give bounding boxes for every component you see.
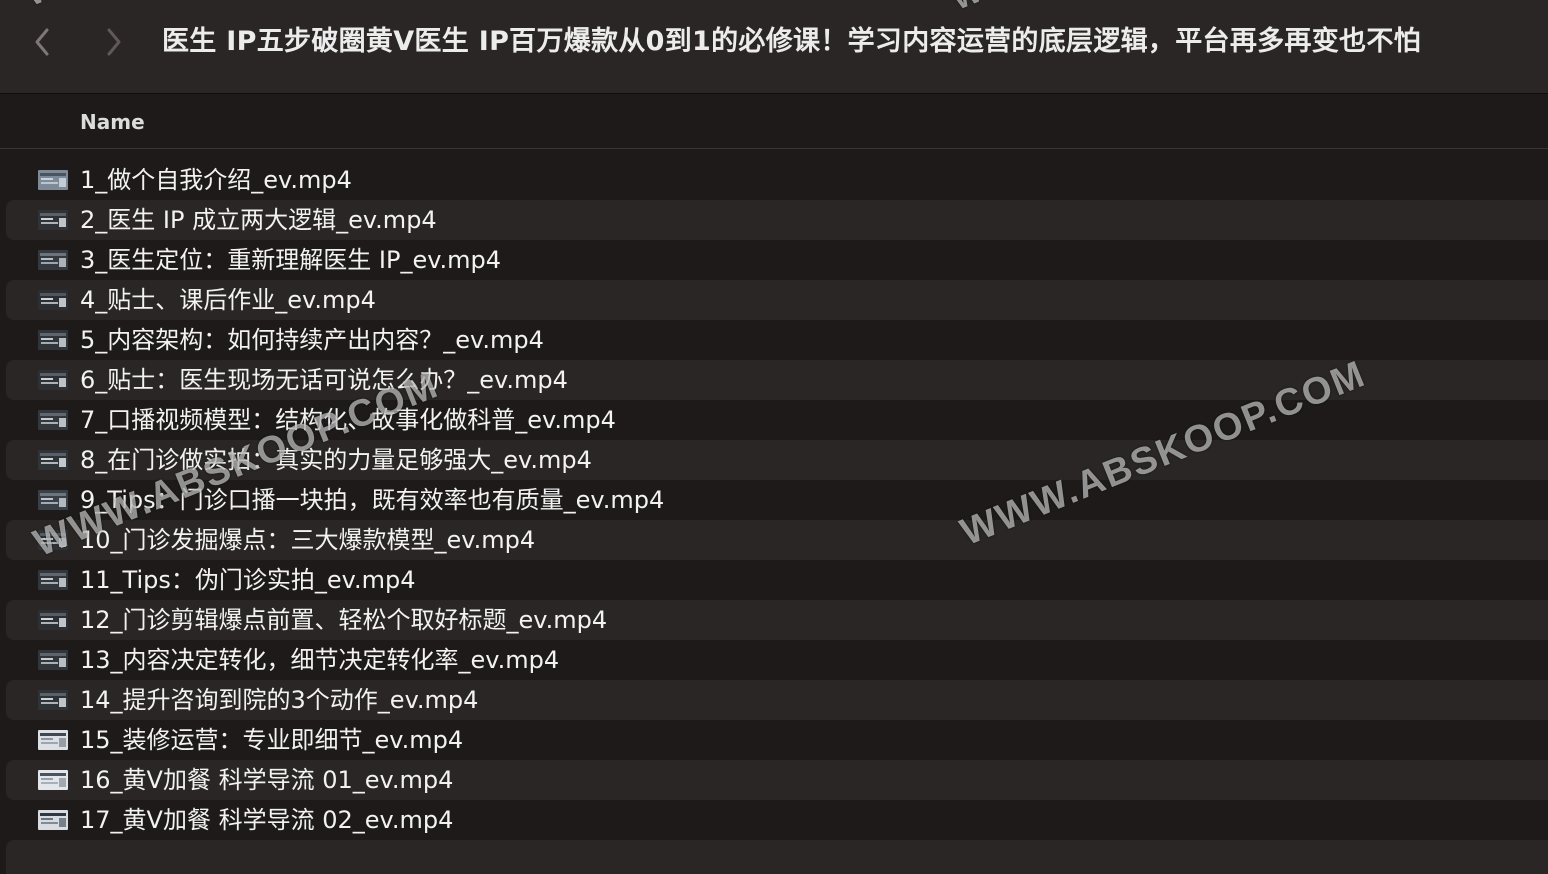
column-header: Name — [0, 95, 1548, 149]
video-thumbnail-icon — [38, 330, 68, 350]
file-name: 1_做个自我介绍_ev.mp4 — [80, 166, 352, 194]
file-list: 1_做个自我介绍_ev.mp4 2_医生 IP 成立两大逻辑_ev.mp4 3_医生… — [0, 160, 1548, 840]
file-name: 4_贴士、课后作业_ev.mp4 — [80, 286, 376, 314]
file-name: 11_Tips：伪门诊实拍_ev.mp4 — [80, 566, 416, 594]
file-name: 3_医生定位：重新理解医生 IP_ev.mp4 — [80, 246, 502, 274]
video-thumbnail-icon — [38, 770, 68, 790]
video-thumbnail-icon — [38, 810, 68, 830]
video-thumbnail-icon — [38, 530, 68, 550]
video-thumbnail-icon — [38, 170, 68, 190]
file-name: 15_装修运营：专业即细节_ev.mp4 — [80, 726, 464, 754]
empty-row — [6, 840, 1548, 874]
file-name: 16_黄Ⅴ加餐 科学导流 01_ev.mp4 — [80, 766, 454, 794]
file-row[interactable]: 13_内容决定转化，细节决定转化率_ev.mp4 — [6, 640, 1548, 680]
file-row[interactable]: 6_贴士：医生现场无话可说怎么办？_ev.mp4 — [6, 360, 1548, 400]
video-thumbnail-icon — [38, 210, 68, 230]
file-name: 14_提升咨询到院的3个动作_ev.mp4 — [80, 686, 479, 714]
toolbar: 医生 IP五步破圈黄Ⅴ医生 IP百万爆款从0到1的必修课！学习内容运营的底层逻辑… — [0, 0, 1548, 94]
video-thumbnail-icon — [38, 730, 68, 750]
video-thumbnail-icon — [38, 370, 68, 390]
file-row[interactable]: 12_门诊剪辑爆点前置、轻松个取好标题_ev.mp4 — [6, 600, 1548, 640]
file-row[interactable]: 2_医生 IP 成立两大逻辑_ev.mp4 — [6, 200, 1548, 240]
file-row[interactable]: 8_在门诊做实拍：真实的力量足够强大_ev.mp4 — [6, 440, 1548, 480]
chevron-right-icon — [107, 28, 121, 56]
file-name: 7_口播视频模型：结构化、故事化做科普_ev.mp4 — [80, 406, 616, 434]
file-name: 17_黄Ⅴ加餐 科学导流 02_ev.mp4 — [80, 806, 454, 834]
file-name: 10_门诊发掘爆点：三大爆款模型_ev.mp4 — [80, 526, 536, 554]
name-column-header[interactable]: Name — [80, 107, 145, 137]
file-row[interactable]: 15_装修运营：专业即细节_ev.mp4 — [6, 720, 1548, 760]
file-row[interactable]: 10_门诊发掘爆点：三大爆款模型_ev.mp4 — [6, 520, 1548, 560]
file-row[interactable]: 9_Tips：门诊口播一块拍，既有效率也有质量_ev.mp4 — [6, 480, 1548, 520]
file-name: 13_内容决定转化，细节决定转化率_ev.mp4 — [80, 646, 560, 674]
file-name: 2_医生 IP 成立两大逻辑_ev.mp4 — [80, 206, 437, 234]
file-row[interactable]: 17_黄Ⅴ加餐 科学导流 02_ev.mp4 — [6, 800, 1548, 840]
window-title: 医生 IP五步破圈黄Ⅴ医生 IP百万爆款从0到1的必修课！学习内容运营的底层逻辑… — [162, 26, 1421, 57]
file-name: 8_在门诊做实拍：真实的力量足够强大_ev.mp4 — [80, 446, 592, 474]
video-thumbnail-icon — [38, 610, 68, 630]
file-name: 5_内容架构：如何持续产出内容？_ev.mp4 — [80, 326, 544, 354]
file-name: 6_贴士：医生现场无话可说怎么办？_ev.mp4 — [80, 366, 568, 394]
file-row[interactable]: 16_黄Ⅴ加餐 科学导流 01_ev.mp4 — [6, 760, 1548, 800]
chevron-left-icon — [35, 28, 49, 56]
back-button[interactable] — [28, 22, 58, 62]
forward-button[interactable] — [98, 22, 128, 62]
file-row[interactable]: 4_贴士、课后作业_ev.mp4 — [6, 280, 1548, 320]
file-row[interactable]: 14_提升咨询到院的3个动作_ev.mp4 — [6, 680, 1548, 720]
file-row[interactable]: 1_做个自我介绍_ev.mp4 — [6, 160, 1548, 200]
file-row[interactable]: 3_医生定位：重新理解医生 IP_ev.mp4 — [6, 240, 1548, 280]
finder-window: 医生 IP五步破圈黄Ⅴ医生 IP百万爆款从0到1的必修课！学习内容运营的底层逻辑… — [0, 0, 1548, 874]
video-thumbnail-icon — [38, 410, 68, 430]
file-row[interactable]: 11_Tips：伪门诊实拍_ev.mp4 — [6, 560, 1548, 600]
file-name: 12_门诊剪辑爆点前置、轻松个取好标题_ev.mp4 — [80, 606, 608, 634]
file-row[interactable]: 7_口播视频模型：结构化、故事化做科普_ev.mp4 — [6, 400, 1548, 440]
video-thumbnail-icon — [38, 690, 68, 710]
file-row[interactable]: 5_内容架构：如何持续产出内容？_ev.mp4 — [6, 320, 1548, 360]
video-thumbnail-icon — [38, 290, 68, 310]
file-name: 9_Tips：门诊口播一块拍，既有效率也有质量_ev.mp4 — [80, 486, 665, 514]
video-thumbnail-icon — [38, 250, 68, 270]
video-thumbnail-icon — [38, 650, 68, 670]
video-thumbnail-icon — [38, 570, 68, 590]
video-thumbnail-icon — [38, 450, 68, 470]
video-thumbnail-icon — [38, 490, 68, 510]
